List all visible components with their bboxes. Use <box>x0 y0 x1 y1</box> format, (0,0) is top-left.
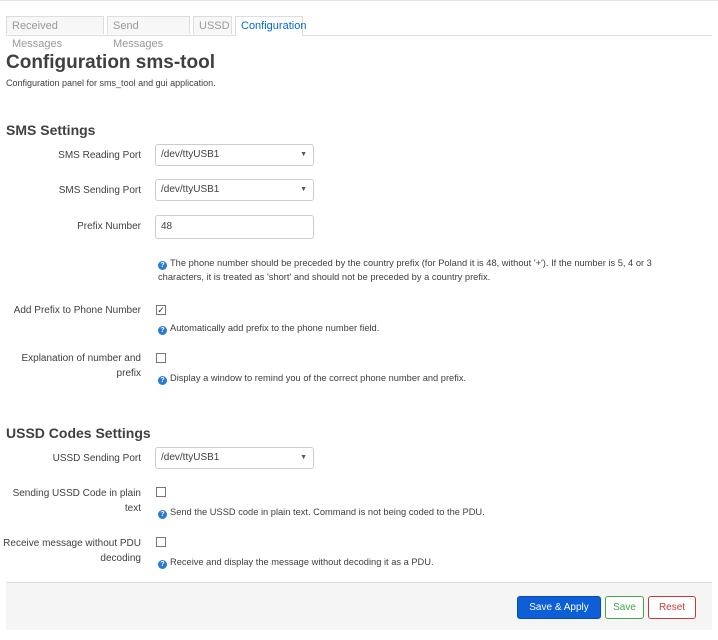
explanation-checkbox[interactable] <box>156 353 166 363</box>
plain-text-label-line1: Sending USSD Code in plain <box>12 488 141 499</box>
tab-bar: Received Messages Send Messages USSD Con… <box>6 16 712 50</box>
prefix-help-line1: The phone number should be preceded by t… <box>170 258 652 268</box>
prefix-number-input[interactable]: 48 <box>155 215 314 239</box>
checkmark-icon: ✓ <box>157 305 165 315</box>
no-pdu-label: Receive message without PDU decoding <box>3 536 141 566</box>
ussd-sending-port-label: USSD Sending Port <box>52 453 141 464</box>
add-prefix-help: ? Automatically add prefix to the phone n… <box>158 321 698 335</box>
sms-sending-port-select[interactable]: /dev/ttyUSB1 ▼ <box>155 179 314 201</box>
no-pdu-help-text: Receive and display the message without … <box>170 557 434 567</box>
info-icon: ? <box>158 376 167 385</box>
tab-ussd[interactable]: USSD <box>193 16 232 34</box>
info-icon: ? <box>158 261 167 270</box>
add-prefix-label: Add Prefix to Phone Number <box>13 305 141 316</box>
top-divider <box>0 0 718 1</box>
info-icon: ? <box>158 560 167 569</box>
tab-received-messages[interactable]: Received Messages <box>6 16 104 50</box>
info-icon: ? <box>158 510 167 519</box>
page-description: Configuration panel for sms_tool and gui… <box>6 78 216 88</box>
plain-text-help-text: Send the USSD code in plain text. Comman… <box>170 507 485 517</box>
page-title: Configuration sms-tool <box>6 52 215 73</box>
sms-reading-port-select[interactable]: /dev/ttyUSB1 ▼ <box>155 144 314 166</box>
save-button[interactable]: Save <box>605 596 644 619</box>
sms-sending-port-label: SMS Sending Port <box>58 185 141 196</box>
sms-reading-port-value: /dev/ttyUSB1 <box>161 149 220 160</box>
sms-reading-port-label: SMS Reading Port <box>58 150 141 161</box>
no-pdu-checkbox[interactable] <box>156 537 166 547</box>
ussd-sending-port-select[interactable]: /dev/ttyUSB1 ▼ <box>155 447 314 469</box>
no-pdu-help: ? Receive and display the message without… <box>158 555 698 569</box>
no-pdu-label-line1: Receive message without PDU <box>3 538 141 549</box>
explanation-help: ? Display a window to remind you of the c… <box>158 371 698 385</box>
sms-sending-port-value: /dev/ttyUSB1 <box>161 184 220 195</box>
ussd-sending-port-value: /dev/ttyUSB1 <box>161 452 220 463</box>
sms-settings-heading: SMS Settings <box>6 122 96 138</box>
chevron-down-icon: ▼ <box>300 454 307 461</box>
explanation-help-text: Display a window to remind you of the co… <box>170 373 467 383</box>
add-prefix-checkbox[interactable]: ✓ <box>156 305 166 315</box>
no-pdu-label-line2: decoding <box>100 553 141 564</box>
save-and-apply-button[interactable]: Save & Apply <box>517 596 601 619</box>
prefix-help: ? The phone number should be preceded by … <box>158 256 698 284</box>
reset-button[interactable]: Reset <box>648 596 696 619</box>
chevron-down-icon: ▼ <box>300 151 307 158</box>
chevron-down-icon: ▼ <box>300 186 307 193</box>
explanation-label: Explanation of number and prefix <box>21 351 141 381</box>
plain-text-help: ? Send the USSD code in plain text. Comma… <box>158 505 698 519</box>
ussd-settings-heading: USSD Codes Settings <box>6 425 151 441</box>
prefix-number-label: Prefix Number <box>77 221 141 232</box>
prefix-help-line2: characters, it is treated as 'short' and… <box>158 272 491 282</box>
explanation-label-line1: Explanation of number and <box>21 353 141 364</box>
add-prefix-help-text: Automatically add prefix to the phone nu… <box>170 323 380 333</box>
tab-configuration[interactable]: Configuration <box>235 16 306 36</box>
info-icon: ? <box>158 326 167 335</box>
plain-text-label-line2: text <box>124 503 141 514</box>
explanation-label-line2: prefix <box>116 368 141 379</box>
plain-text-label: Sending USSD Code in plain text <box>13 486 141 516</box>
tab-send-messages[interactable]: Send Messages <box>107 16 190 50</box>
plain-text-checkbox[interactable] <box>156 487 166 497</box>
